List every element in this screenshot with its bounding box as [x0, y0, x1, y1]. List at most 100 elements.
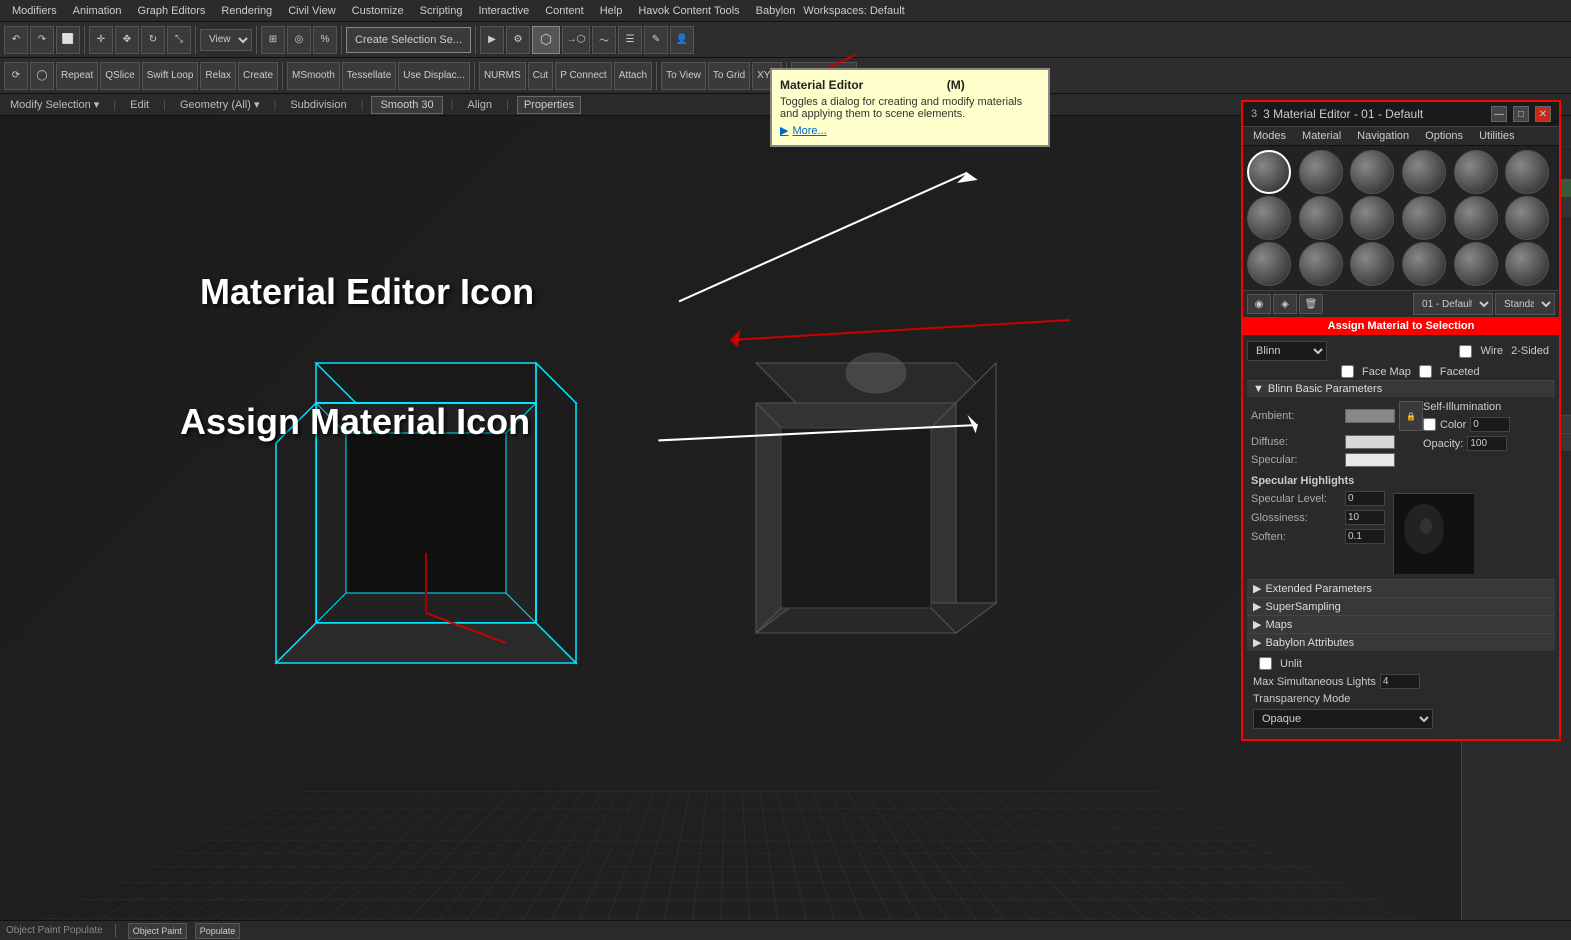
maps-section[interactable]: ▶ Maps — [1247, 615, 1555, 633]
modify-selection-dropdown[interactable]: Modify Selection ▾ — [4, 98, 105, 111]
attach-btn[interactable]: Attach — [614, 62, 652, 90]
glossiness-spinbox[interactable] — [1345, 510, 1385, 525]
opaque-dropdown[interactable]: Opaque — [1253, 709, 1433, 729]
cut-btn[interactable]: Cut — [528, 62, 554, 90]
material-editor-icon[interactable]: ⬡ — [532, 26, 560, 54]
mat-ball-1[interactable] — [1247, 150, 1291, 194]
modes-menu[interactable]: Modes — [1247, 129, 1292, 143]
specular-swatch[interactable] — [1345, 453, 1395, 467]
create-btn[interactable]: Create — [238, 62, 278, 90]
percent-snap-btn[interactable]: % — [313, 26, 337, 54]
select-btn[interactable]: ✛ — [89, 26, 113, 54]
obj-paint-status-btn[interactable]: Object Paint — [128, 923, 187, 939]
msmooth-btn[interactable]: MSmooth — [287, 62, 340, 90]
qslice-btn[interactable]: QSlice — [100, 62, 139, 90]
mat-put-btn[interactable]: ◈ — [1273, 294, 1297, 314]
properties-btn[interactable]: Properties — [517, 96, 581, 114]
mat-delete-btn[interactable]: 🗑 — [1299, 294, 1323, 314]
mat-ball-2[interactable] — [1299, 150, 1343, 194]
diffuse-swatch[interactable] — [1345, 435, 1395, 449]
populate-btn[interactable]: 👤 — [670, 26, 694, 54]
mat-ball-15[interactable] — [1350, 242, 1394, 286]
obj-paint-btn[interactable]: ✎ — [644, 26, 668, 54]
mat-ball-10[interactable] — [1402, 196, 1446, 240]
assign-material-icon[interactable]: →⬡ — [562, 26, 590, 54]
supersampling-section[interactable]: ▶ SuperSampling — [1247, 597, 1555, 615]
faceted-check[interactable] — [1419, 365, 1432, 378]
mat-ball-9[interactable] — [1350, 196, 1394, 240]
populate-status-btn[interactable]: Populate — [195, 923, 241, 939]
menu-rendering[interactable]: Rendering — [213, 3, 280, 19]
soften-spinbox[interactable] — [1345, 529, 1385, 544]
mat-ball-3[interactable] — [1350, 150, 1394, 194]
nurms-btn[interactable]: NURMS — [479, 62, 526, 90]
menu-help[interactable]: Help — [592, 3, 631, 19]
blinn-params-section[interactable]: ▼ Blinn Basic Parameters — [1247, 380, 1555, 397]
tessellate-btn[interactable]: Tessellate — [342, 62, 396, 90]
use-displac-btn[interactable]: Use Displac... — [398, 62, 470, 90]
menu-civil-view[interactable]: Civil View — [280, 3, 343, 19]
menu-interactive[interactable]: Interactive — [470, 3, 537, 19]
unlit-check[interactable] — [1259, 657, 1272, 670]
scale-btn[interactable]: ⤡ — [167, 26, 191, 54]
lock-icon[interactable]: 🔒 — [1399, 401, 1423, 431]
loop-btn[interactable]: ⟳ — [4, 62, 28, 90]
mat-ball-12[interactable] — [1505, 196, 1549, 240]
to-grid-btn[interactable]: To Grid — [708, 62, 750, 90]
mat-ball-5[interactable] — [1454, 150, 1498, 194]
mat-standard-dropdown[interactable]: Standard — [1495, 293, 1555, 315]
max-lights-spinbox[interactable] — [1380, 674, 1420, 689]
mat-ball-14[interactable] — [1299, 242, 1343, 286]
color-spinbox[interactable] — [1470, 417, 1510, 432]
select-all-btn[interactable]: ⬜ — [56, 26, 80, 54]
repeat-btn[interactable]: Repeat — [56, 62, 98, 90]
color-check[interactable] — [1423, 418, 1436, 431]
ring-btn[interactable]: ◯ — [30, 62, 54, 90]
view-dropdown[interactable]: View — [200, 29, 252, 51]
relax-btn[interactable]: Relax — [200, 62, 236, 90]
undo-btn[interactable]: ↶ — [4, 26, 28, 54]
wire-check[interactable] — [1459, 345, 1472, 358]
edit-dropdown[interactable]: Edit — [124, 99, 155, 111]
layer-btn[interactable]: ☰ — [618, 26, 642, 54]
move-btn[interactable]: ✥ — [115, 26, 139, 54]
mat-preset-dropdown[interactable]: 01 - Default — [1413, 293, 1493, 315]
create-selection-btn[interactable]: Create Selection Se... — [346, 27, 471, 53]
render-btn[interactable]: ▶ — [480, 26, 504, 54]
mat-ball-16[interactable] — [1402, 242, 1446, 286]
mat-ball-18[interactable] — [1505, 242, 1549, 286]
menu-havok[interactable]: Havok Content Tools — [630, 3, 747, 19]
opacity-spinbox[interactable] — [1467, 436, 1507, 451]
p-connect-btn[interactable]: P Connect — [555, 62, 612, 90]
spec-level-spinbox[interactable] — [1345, 491, 1385, 506]
blinn-dropdown[interactable]: Blinn — [1247, 341, 1327, 361]
swift-loop-btn[interactable]: Swift Loop — [142, 62, 199, 90]
curve-editor-btn[interactable]: 〜 — [592, 26, 616, 54]
to-view-btn[interactable]: To View — [661, 62, 706, 90]
menu-scripting[interactable]: Scripting — [412, 3, 471, 19]
options-menu[interactable]: Options — [1419, 129, 1469, 143]
menu-customize[interactable]: Customize — [344, 3, 412, 19]
menu-animation[interactable]: Animation — [65, 3, 130, 19]
extended-params-section[interactable]: ▶ Extended Parameters — [1247, 579, 1555, 597]
ambient-swatch[interactable] — [1345, 409, 1395, 423]
babylon-attrs-section[interactable]: ▶ Babylon Attributes — [1247, 633, 1555, 651]
mat-ball-4[interactable] — [1402, 150, 1446, 194]
mat-ball-6[interactable] — [1505, 150, 1549, 194]
mat-ball-13[interactable] — [1247, 242, 1291, 286]
assign-material-bar[interactable]: Assign Material to Selection — [1243, 317, 1559, 335]
navigation-menu[interactable]: Navigation — [1351, 129, 1415, 143]
snap-btn[interactable]: ⊞ — [261, 26, 285, 54]
material-menu[interactable]: Material — [1296, 129, 1347, 143]
utilities-menu[interactable]: Utilities — [1473, 129, 1520, 143]
face-map-check[interactable] — [1341, 365, 1354, 378]
redo-btn[interactable]: ↷ — [30, 26, 54, 54]
smooth-btn[interactable]: Smooth 30 — [371, 96, 442, 114]
geometry-dropdown[interactable]: Geometry (All) ▾ — [174, 98, 265, 111]
menu-graph-editors[interactable]: Graph Editors — [130, 3, 214, 19]
mat-ball-7[interactable] — [1247, 196, 1291, 240]
rotate-btn[interactable]: ↻ — [141, 26, 165, 54]
close-btn[interactable]: ✕ — [1535, 106, 1551, 122]
more-link[interactable]: ▶ More... — [780, 124, 1040, 137]
menu-modifiers[interactable]: Modifiers — [4, 3, 65, 19]
